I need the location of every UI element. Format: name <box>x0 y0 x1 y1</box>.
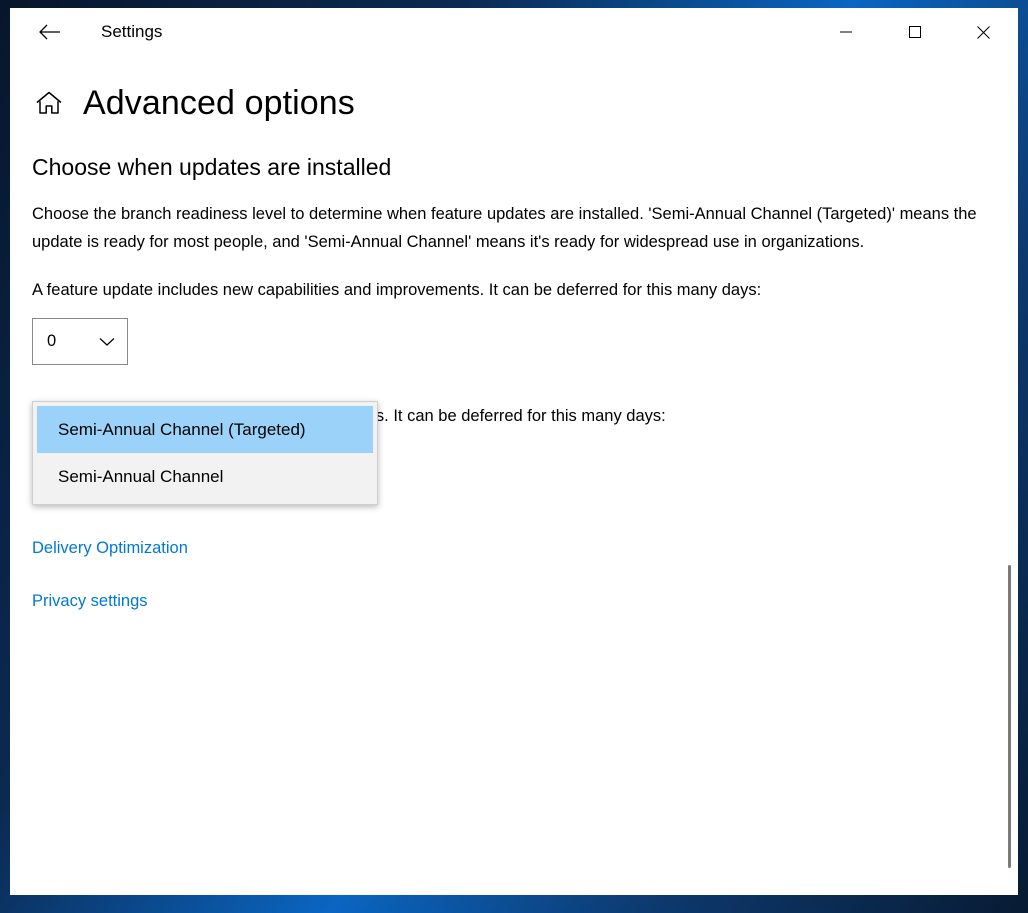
app-title: Settings <box>101 8 162 56</box>
feature-update-label: A feature update includes new capabiliti… <box>32 281 1018 300</box>
close-icon <box>977 26 990 39</box>
maximize-icon <box>909 26 921 38</box>
dropdown-option-semi-annual-channel[interactable]: Semi-Annual Channel <box>37 453 373 500</box>
chevron-down-icon <box>99 337 115 347</box>
page-title: Advanced options <box>83 86 355 120</box>
arrow-left-icon <box>38 22 62 42</box>
close-button[interactable] <box>949 8 1018 56</box>
title-bar: Settings <box>10 8 1018 56</box>
maximize-button[interactable] <box>880 8 949 56</box>
privacy-settings-link[interactable]: Privacy settings <box>32 592 148 611</box>
feature-update-defer-value: 0 <box>47 332 56 351</box>
home-icon[interactable] <box>32 86 66 120</box>
dropdown-option-semi-annual-channel-targeted[interactable]: Semi-Annual Channel (Targeted) <box>37 406 373 453</box>
section-heading: Choose when updates are installed <box>32 154 1018 181</box>
window-caption-buttons <box>811 8 1018 56</box>
scrollbar-thumb[interactable] <box>1008 565 1011 868</box>
branch-readiness-description: Choose the branch readiness level to det… <box>32 200 984 256</box>
branch-readiness-dropdown[interactable]: Semi-Annual Channel (Targeted) Semi-Annu… <box>32 401 378 505</box>
delivery-optimization-link[interactable]: Delivery Optimization <box>32 539 188 558</box>
minimize-button[interactable] <box>811 8 880 56</box>
back-button[interactable] <box>23 8 77 56</box>
minimize-icon <box>840 26 852 38</box>
settings-content: Advanced options Choose when updates are… <box>10 86 1018 895</box>
settings-window: Settings <box>10 8 1018 895</box>
feature-update-defer-combobox[interactable]: 0 <box>32 318 128 365</box>
scrollbar-track[interactable] <box>1002 134 1018 895</box>
page-header: Advanced options <box>32 86 1018 120</box>
